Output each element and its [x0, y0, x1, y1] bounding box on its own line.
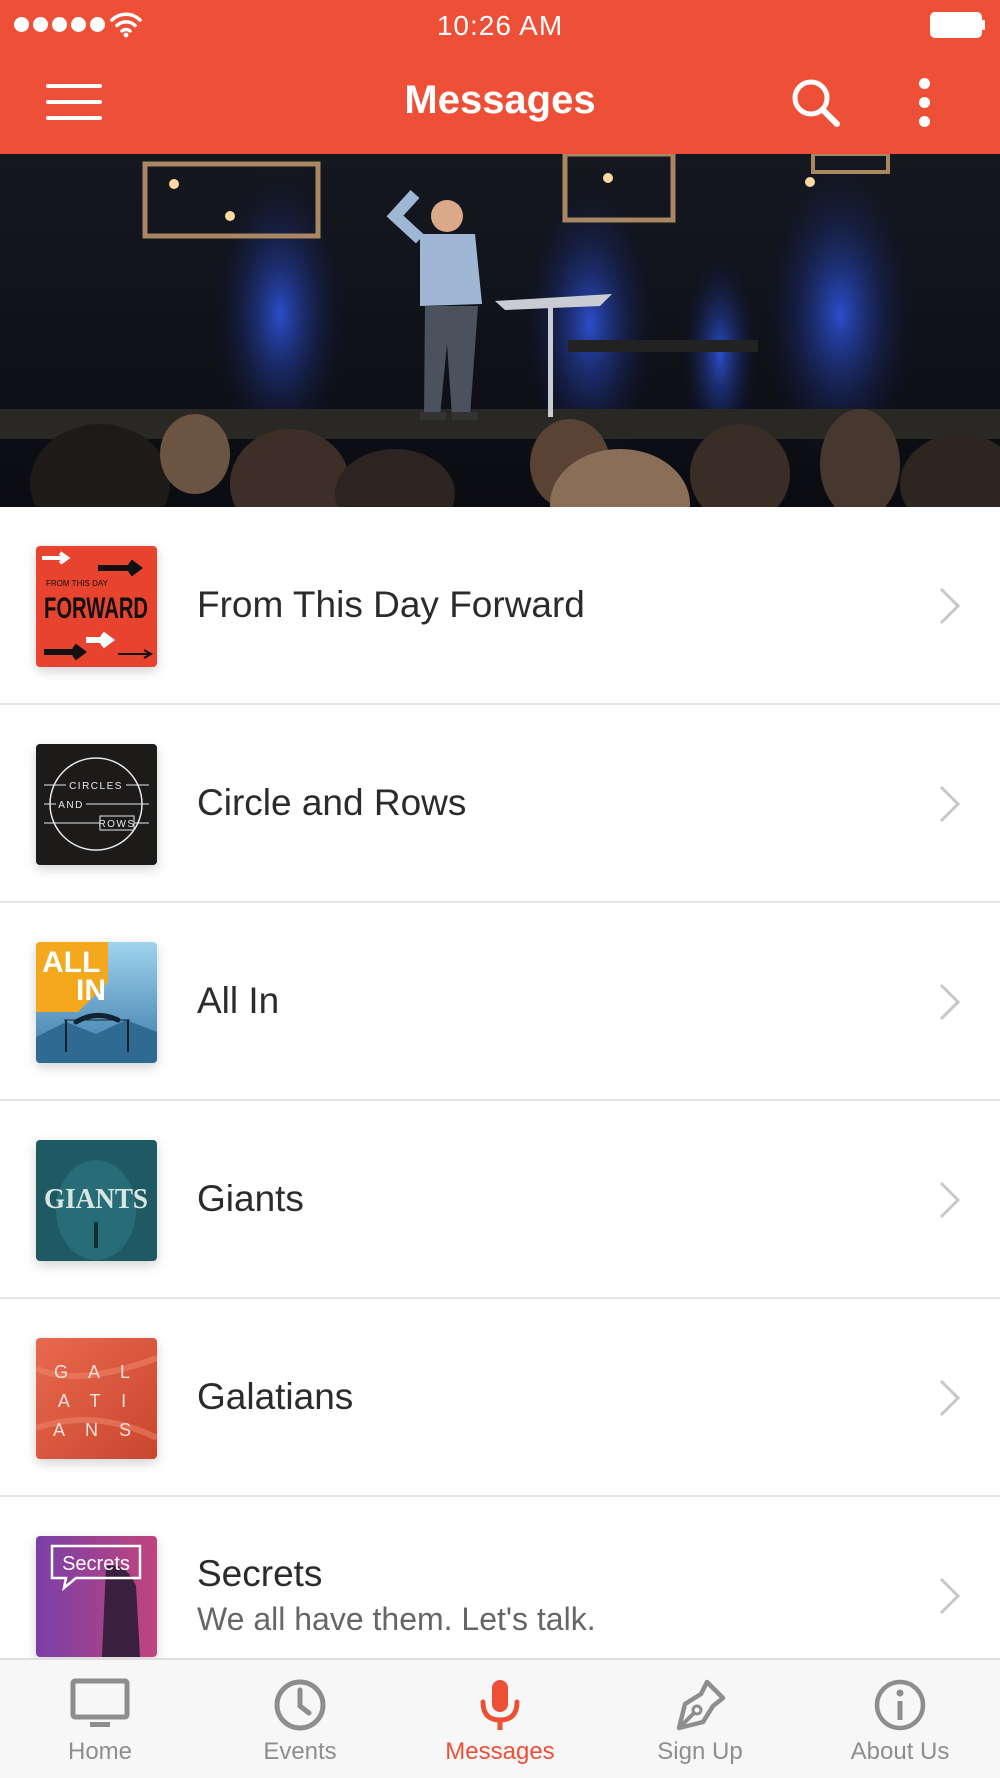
- clock-icon: [274, 1679, 326, 1731]
- series-title: From This Day Forward: [197, 584, 585, 625]
- series-thumbnail: ALL IN: [36, 942, 157, 1063]
- tab-label: Home: [67, 1738, 133, 1765]
- thumb-text-line: AND: [58, 800, 84, 811]
- thumb-text-line: A N S: [53, 1420, 139, 1440]
- tab-label: Events: [263, 1738, 337, 1765]
- monitor-icon: [70, 1678, 130, 1727]
- thumb-text-line: A T I: [58, 1391, 134, 1411]
- chevron-right-icon: [939, 587, 961, 625]
- tab-sign-up[interactable]: Sign Up: [600, 1660, 800, 1778]
- series-thumbnail: Secrets: [36, 1536, 157, 1657]
- series-title: Secrets: [197, 1552, 323, 1594]
- chevron-right-icon: [939, 1181, 961, 1219]
- series-list: FROM THIS DAY FORWARD From This Day Forw…: [0, 507, 1000, 1695]
- series-subtitle: We all have them. Let's talk.: [197, 1600, 596, 1637]
- list-item[interactable]: GIANTS Giants: [0, 1101, 1000, 1299]
- chevron-right-icon: [939, 785, 961, 823]
- series-thumbnail: GIANTS: [36, 1140, 157, 1261]
- page-title: Messages: [404, 78, 596, 122]
- series-thumbnail: FROM THIS DAY FORWARD: [36, 546, 157, 667]
- series-title: Giants: [197, 1178, 304, 1219]
- list-item[interactable]: G A L A T I A N S Galatians: [0, 1299, 1000, 1497]
- more-options-icon[interactable]: [910, 76, 940, 130]
- chevron-right-icon: [939, 983, 961, 1021]
- battery-icon: [930, 12, 985, 38]
- app-header: Messages: [0, 50, 1000, 154]
- thumb-text-line: Secrets: [62, 1553, 130, 1575]
- tab-label: Sign Up: [657, 1738, 743, 1765]
- pen-icon: [676, 1679, 726, 1731]
- tab-home[interactable]: Home: [0, 1660, 200, 1778]
- tab-label: Messages: [445, 1738, 555, 1765]
- chevron-right-icon: [939, 1577, 961, 1615]
- list-item[interactable]: ALL IN All In: [0, 903, 1000, 1101]
- series-title: Galatians: [197, 1376, 354, 1417]
- tab-events[interactable]: Events: [200, 1660, 400, 1778]
- list-item[interactable]: FROM THIS DAY FORWARD From This Day Forw…: [0, 507, 1000, 705]
- thumb-text-line: IN: [76, 974, 106, 1007]
- info-icon: [874, 1679, 926, 1731]
- thumb-text-line: GIANTS: [44, 1184, 148, 1215]
- status-time: 10:26 AM: [436, 10, 564, 41]
- series-thumbnail: G A L A T I A N S: [36, 1338, 157, 1459]
- chevron-right-icon: [939, 1379, 961, 1417]
- tab-bar: Home Events Messages Sign Up About Us: [0, 1658, 1000, 1778]
- tab-messages[interactable]: Messages: [400, 1660, 600, 1778]
- thumb-text-line: FORWARD: [44, 592, 148, 625]
- status-bar: 10:26 AM: [0, 0, 1000, 50]
- series-thumbnail: CIRCLES AND ROWS: [36, 744, 157, 865]
- series-title: Circle and Rows: [197, 782, 467, 823]
- thumb-text-line: FROM THIS DAY: [46, 579, 109, 588]
- microphone-icon: [480, 1680, 520, 1730]
- thumb-text-line: CIRCLES: [69, 781, 123, 792]
- hero-image: [0, 154, 1000, 507]
- thumb-text-line: ROWS: [98, 819, 135, 830]
- list-item[interactable]: CIRCLES AND ROWS Circle and Rows: [0, 705, 1000, 903]
- tab-about-us[interactable]: About Us: [800, 1660, 1000, 1778]
- tab-label: About Us: [850, 1738, 950, 1765]
- series-title: All In: [197, 980, 280, 1021]
- thumb-text-line: G A L: [54, 1362, 138, 1382]
- search-icon[interactable]: [790, 77, 842, 129]
